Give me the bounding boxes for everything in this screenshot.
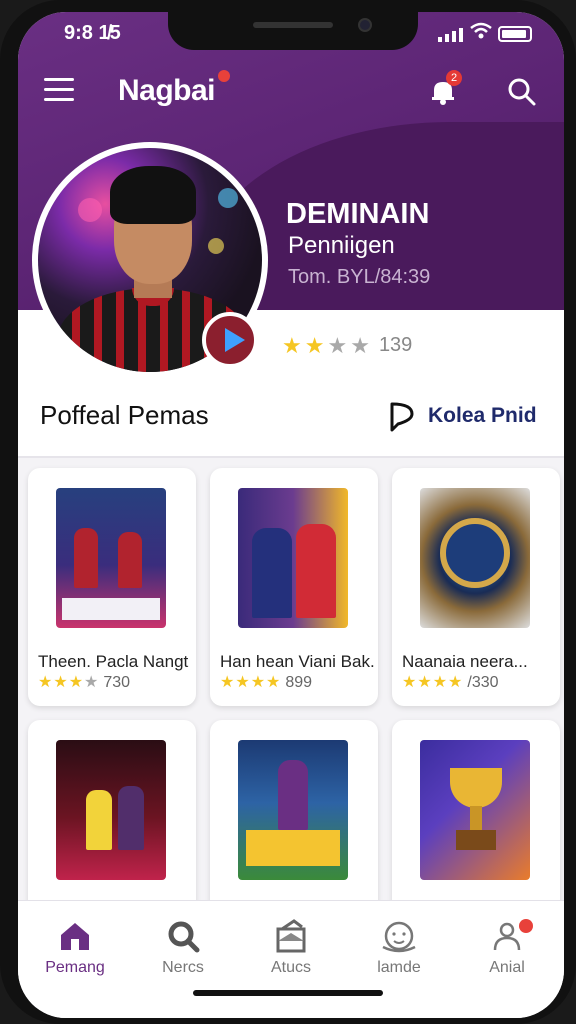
play-button[interactable] — [202, 312, 258, 368]
product-card[interactable]: Naanaia neera... ★ ★ ★ ★ /330 — [392, 468, 560, 706]
status-time: 9:8 1̸5 — [64, 22, 121, 44]
star-icon: ★ — [38, 674, 53, 691]
product-rating-count: 899 — [285, 674, 313, 691]
product-cover-image — [420, 488, 530, 628]
notification-dot — [519, 919, 533, 933]
nav-label: Atucs — [270, 959, 311, 976]
search-icon — [168, 921, 200, 953]
rating-count: 139 — [378, 334, 413, 356]
star-icon: ★ — [448, 674, 463, 691]
nav-item-home[interactable]: Pemang — [25, 919, 125, 999]
menu-icon[interactable] — [44, 78, 74, 102]
screen: 9:8 1̸5 Nagbai 2 DEMINAIN Penniigen Tom.… — [18, 12, 564, 1018]
search-icon[interactable] — [506, 76, 538, 108]
section-action-link[interactable]: Kolea Pnid — [428, 404, 537, 428]
divider — [18, 456, 564, 458]
product-card[interactable]: Theen. Pacla Nangt ★ ★ ★ ★ 730 — [28, 468, 196, 706]
signal-icon — [438, 28, 463, 42]
star-icon: ★ — [53, 674, 68, 691]
star-icon: ★ — [250, 674, 266, 691]
product-cover-image — [56, 488, 166, 628]
star-icon: ★ — [68, 674, 84, 691]
star-icon: ★ — [304, 332, 325, 358]
nav-item-search[interactable]: Nercs — [133, 919, 233, 999]
star-icon: ★ — [432, 674, 448, 691]
home-icon — [61, 923, 89, 950]
bookmark-icon[interactable] — [388, 400, 416, 434]
product-cover-image — [238, 488, 348, 628]
star-icon: ★ — [327, 332, 348, 358]
product-rating: ★ ★ ★ ★ 899 — [220, 674, 312, 692]
nav-item-kids[interactable]: lamde — [349, 919, 449, 999]
star-icon: ★ — [402, 674, 417, 691]
product-rating-count: 730 — [103, 674, 131, 691]
app-brand: Nagbai — [118, 74, 216, 107]
home-indicator — [193, 990, 383, 996]
baby-face-icon — [382, 921, 416, 953]
profile-name: DEMINAIN — [286, 198, 430, 230]
product-title: Naanaia neera... — [402, 652, 528, 671]
product-cover-image — [56, 740, 166, 880]
status-bar: 9:8 1̸5 — [18, 20, 564, 50]
profile-meta: Tom. BYL/84:39 — [288, 266, 431, 288]
star-icon: ★ — [84, 674, 99, 691]
nav-label: lamde — [377, 959, 421, 976]
star-icon: ★ — [220, 674, 235, 691]
top-bar: Nagbai 2 — [18, 70, 564, 114]
phone-frame: 9:8 1̸5 Nagbai 2 DEMINAIN Penniigen Tom.… — [0, 0, 576, 1024]
profile-rating: ★ ★ ★ ★ 139 — [282, 334, 412, 357]
bottom-nav: Pemang Nercs Atucs lamde Anial — [18, 900, 564, 1018]
brand-dot — [218, 70, 230, 82]
profile-subtitle: Penniigen — [288, 232, 395, 259]
box-icon — [276, 919, 306, 953]
nav-label: Pemang — [45, 959, 105, 976]
nav-item-profile[interactable]: Anial — [457, 919, 557, 999]
product-rating: ★ ★ ★ ★ 730 — [38, 674, 130, 692]
section-title: Poffeal Pemas — [40, 400, 209, 430]
product-rating: ★ ★ ★ ★ /330 — [402, 674, 499, 692]
product-card[interactable]: Han hean Viani Bak. ★ ★ ★ ★ 899 — [210, 468, 378, 706]
product-cover-image — [420, 740, 530, 880]
notification-badge: 2 — [446, 70, 462, 86]
nav-item-activity[interactable]: Atucs — [241, 919, 341, 999]
product-title: Han hean Viani Bak. — [220, 652, 375, 671]
star-icon: ★ — [417, 674, 432, 691]
star-icon: ★ — [235, 674, 250, 691]
nav-label: Nercs — [162, 959, 204, 976]
product-rating-count: /330 — [467, 674, 499, 691]
wifi-icon — [470, 22, 492, 46]
product-title: Theen. Pacla Nangt — [38, 652, 189, 671]
star-icon: ★ — [282, 332, 302, 358]
battery-icon — [498, 26, 532, 42]
nav-label: Anial — [489, 959, 525, 976]
star-icon: ★ — [266, 674, 281, 691]
product-cover-image — [238, 740, 348, 880]
star-icon: ★ — [350, 332, 370, 358]
